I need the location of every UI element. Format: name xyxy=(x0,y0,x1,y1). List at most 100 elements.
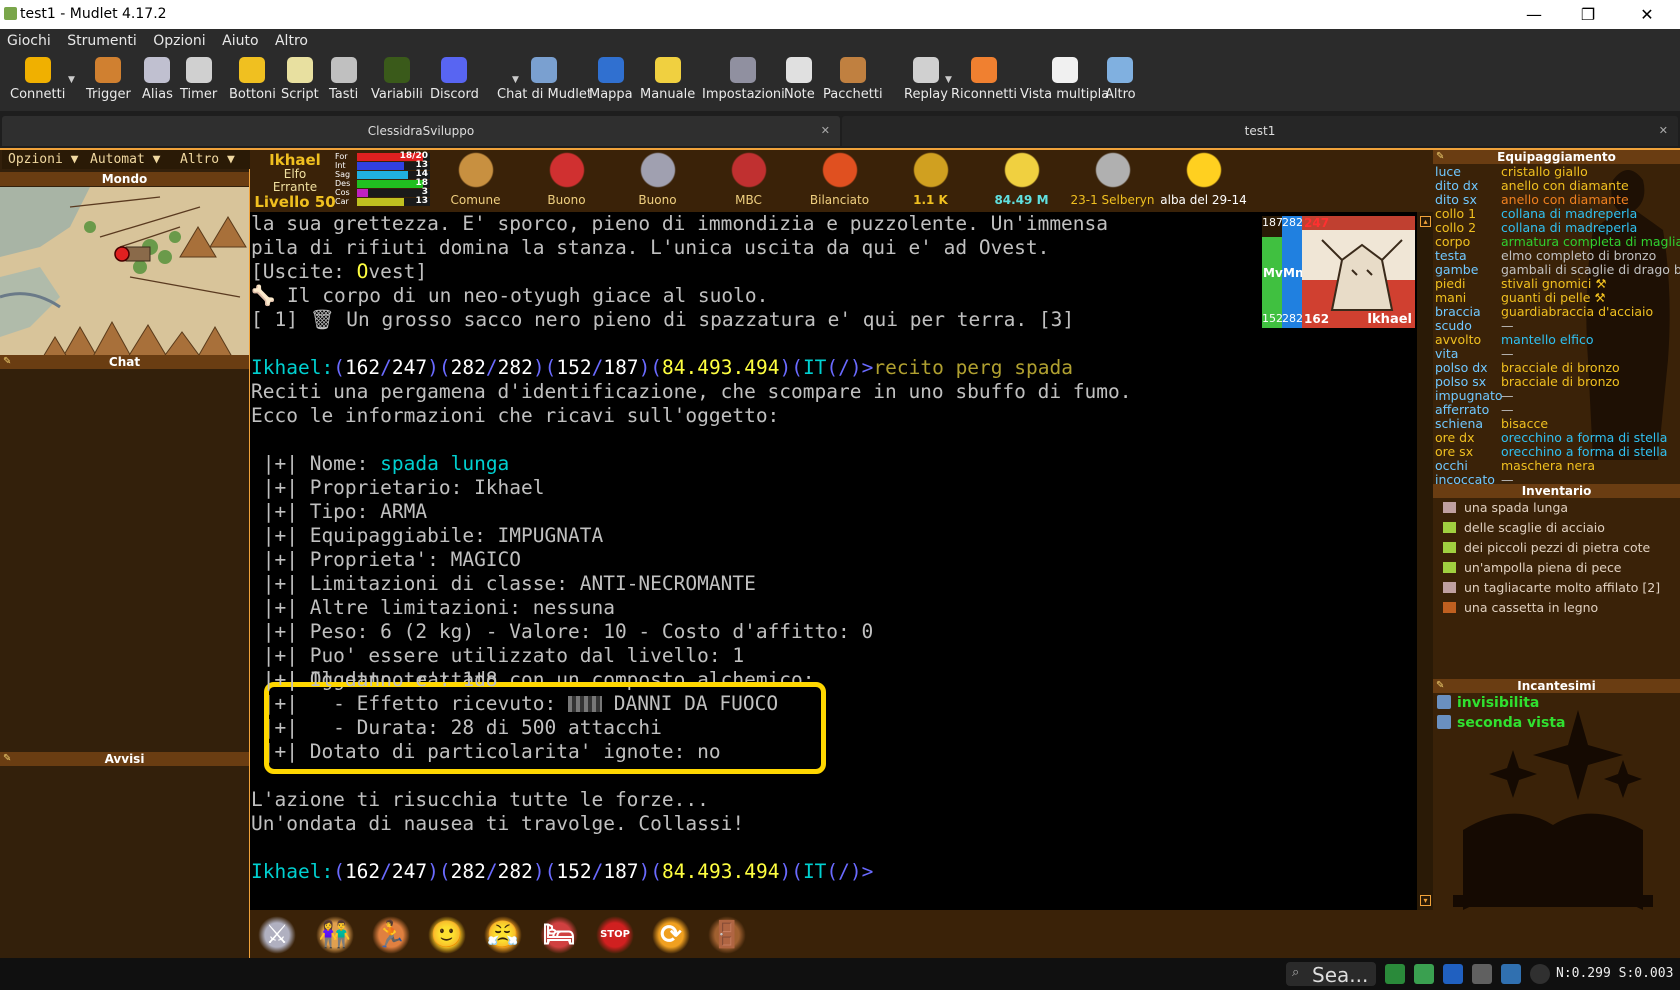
console-scrollbar[interactable]: ▴ ▾ xyxy=(1417,212,1433,910)
altro-button[interactable]: Altro xyxy=(1105,57,1136,102)
tasti-button[interactable]: Tasti xyxy=(329,57,358,102)
flee-button[interactable]: 🏃 xyxy=(372,916,410,954)
menu-strumenti[interactable]: Strumenti xyxy=(60,29,142,49)
tray-vr-icon[interactable] xyxy=(1472,964,1492,984)
equipment-row[interactable]: luce cristallo giallo xyxy=(1435,165,1588,179)
mappa-button[interactable]: Mappa xyxy=(589,57,633,102)
tab-clessidrasviluppo[interactable]: ClessidraSviluppo ✕ xyxy=(2,116,840,146)
stop-button[interactable]: STOP xyxy=(596,916,634,954)
equipment-row[interactable]: collo 2 collana di madreperla xyxy=(1435,221,1637,235)
inventory-item[interactable]: un'ampolla piena di pece xyxy=(1443,560,1622,575)
tray-obs-icon[interactable] xyxy=(1530,964,1550,984)
equipment-row[interactable]: testa elmo completo di bronzo xyxy=(1435,249,1656,263)
equipment-row[interactable]: impugnato— xyxy=(1435,389,1514,403)
group-button[interactable]: 👫 xyxy=(316,916,354,954)
equipment-row[interactable]: afferrato — xyxy=(1435,403,1514,417)
pacchetti-dropdown-icon[interactable]: ▼ xyxy=(945,75,952,85)
equipment-row[interactable]: braccia guardiabraccia d'acciaio xyxy=(1435,305,1653,319)
equipment-row[interactable]: ore dx orecchino a forma di stella xyxy=(1435,431,1667,445)
door-button[interactable]: 🚪 xyxy=(708,916,746,954)
equipment-row[interactable]: scudo — xyxy=(1435,319,1514,333)
connetti-dropdown-icon[interactable]: ▼ xyxy=(68,75,75,85)
trigger-button[interactable]: Trigger xyxy=(86,57,131,102)
tab-test1[interactable]: test1 ✕ xyxy=(842,116,1678,146)
spell-item[interactable]: invisibilita xyxy=(1437,695,1539,711)
stat-sun[interactable]: alba del 29-14 xyxy=(1158,150,1249,212)
automat-dropdown[interactable]: Automat ▼ xyxy=(84,150,171,169)
scroll-up-icon[interactable]: ▴ xyxy=(1420,216,1431,227)
taskbar-search[interactable]: ⌕ Sea... xyxy=(1286,962,1376,987)
equipment-row[interactable]: ore sx orecchino a forma di stella xyxy=(1435,445,1667,459)
note-button[interactable]: Note xyxy=(784,57,815,102)
equipment-row[interactable]: polso dx bracciale di bronzo xyxy=(1435,361,1620,375)
stat-dwarf-face[interactable]: Comune xyxy=(430,150,521,212)
chat-panel[interactable] xyxy=(0,377,249,759)
pin-icon[interactable]: ✎ xyxy=(1436,679,1444,693)
pin-icon[interactable]: ✎ xyxy=(3,752,11,766)
scroll-down-icon[interactable]: ▾ xyxy=(1420,895,1431,906)
stat-money-bag[interactable]: 1.1 K xyxy=(885,150,976,212)
tray-download-icon[interactable] xyxy=(1414,964,1434,984)
inventory-item[interactable]: una cassetta in legno xyxy=(1443,600,1598,615)
equipment-row[interactable]: avvolto mantello elfico xyxy=(1435,333,1593,347)
altro-dropdown[interactable]: Altro ▼ xyxy=(166,150,257,169)
menu-aiuto[interactable]: Aiuto xyxy=(215,29,263,49)
world-map[interactable] xyxy=(0,187,249,362)
sleep-button[interactable]: 🛏 xyxy=(540,916,578,954)
stat-crossed-swords[interactable]: Buono xyxy=(612,150,703,212)
equipment-row[interactable]: dito sx anello con diamante xyxy=(1435,193,1629,207)
maximize-button[interactable]: ❐ xyxy=(1565,0,1611,29)
tray-info-icon[interactable] xyxy=(1443,964,1463,984)
equipment-row[interactable]: occhi maschera nera xyxy=(1435,459,1595,473)
replay-button[interactable]: Replay xyxy=(904,57,948,102)
riconnetti-button[interactable]: Riconnetti xyxy=(951,57,1017,102)
opzioni-dropdown[interactable]: Opzioni ▼ xyxy=(2,150,89,169)
tray-app-icon[interactable] xyxy=(1385,964,1405,984)
equipment-row[interactable]: polso sx bracciale di bronzo xyxy=(1435,375,1620,389)
inventory-item[interactable]: delle scaglie di acciaio xyxy=(1443,520,1605,535)
pacchetti-button[interactable]: Pacchetti xyxy=(823,57,883,102)
menu-giochi[interactable]: Giochi xyxy=(0,29,56,49)
avvisi-panel[interactable] xyxy=(0,775,249,958)
equipment-row[interactable]: collo 1 collana di madreperla xyxy=(1435,207,1637,221)
stat-target[interactable]: Buono xyxy=(521,150,612,212)
spell-item[interactable]: seconda vista xyxy=(1437,715,1565,731)
inventory-item[interactable]: una spada lunga xyxy=(1443,500,1568,515)
stat-shield[interactable]: MBC xyxy=(703,150,794,212)
refresh-button[interactable]: ⟳ xyxy=(652,916,690,954)
menu-opzioni[interactable]: Opzioni xyxy=(146,29,210,49)
impostazioni-button[interactable]: Impostazioni xyxy=(702,57,785,102)
bottoni-button[interactable]: Bottoni xyxy=(229,57,276,102)
connetti-button[interactable]: Connetti xyxy=(10,57,65,102)
pin-icon[interactable]: ✎ xyxy=(3,355,11,369)
timer-button[interactable]: Timer xyxy=(180,57,217,102)
close-button[interactable]: ✕ xyxy=(1624,0,1670,29)
equipment-row[interactable]: vita — xyxy=(1435,347,1514,361)
pin-icon[interactable]: ✎ xyxy=(1436,150,1444,164)
vista-multipla-button[interactable]: Vista multipla xyxy=(1020,57,1109,102)
discord-dropdown-icon[interactable]: ▼ xyxy=(512,75,519,85)
smile-button[interactable]: 🙂 xyxy=(428,916,466,954)
equipment-row[interactable]: dito dx anello con diamante xyxy=(1435,179,1629,193)
minimize-button[interactable]: — xyxy=(1511,0,1557,29)
inventory-item[interactable]: dei piccoli pezzi di pietra cote xyxy=(1443,540,1650,555)
fight-button[interactable]: ⚔ xyxy=(258,916,296,954)
equipment-row[interactable]: gambe gambali di scaglie di drago b xyxy=(1435,263,1680,277)
rage-button[interactable]: 😤 xyxy=(484,916,522,954)
tab-close-icon[interactable]: ✕ xyxy=(1659,116,1668,146)
equipment-row[interactable]: piedi stivali gnomici ⚒ xyxy=(1435,277,1607,291)
manuale-button[interactable]: Manuale xyxy=(640,57,695,102)
tray-folder-icon[interactable] xyxy=(1501,964,1521,984)
equipment-row[interactable]: corpo armatura completa di maglia xyxy=(1435,235,1680,249)
main-console[interactable]: la sua grettezza. E' sporco, pieno di im… xyxy=(250,212,1417,910)
inventory-item[interactable]: un tagliacarte molto affilato [2] xyxy=(1443,580,1660,595)
tab-close-icon[interactable]: ✕ xyxy=(821,116,830,146)
alias-button[interactable]: Alias xyxy=(142,57,173,102)
equipment-row[interactable]: schiena bisacce xyxy=(1435,417,1548,431)
stat-devil-face[interactable]: Bilanciato xyxy=(794,150,885,212)
equipment-row[interactable]: mani guanti di pelle ⚒ xyxy=(1435,291,1606,305)
menu-altro[interactable]: Altro xyxy=(268,29,313,49)
stat-castle[interactable]: 23-1 Selberyn xyxy=(1067,150,1158,212)
stat-stars[interactable]: 84.49 M xyxy=(976,150,1067,212)
discord-button[interactable]: Discord xyxy=(430,57,479,102)
